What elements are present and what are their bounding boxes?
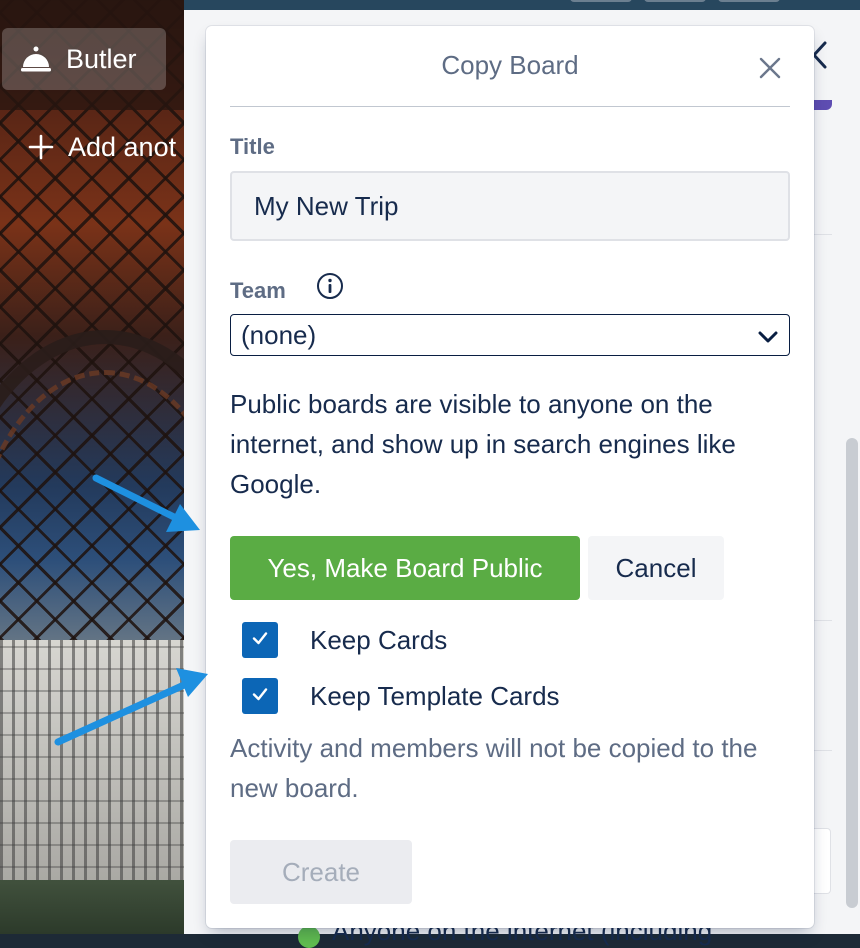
team-select[interactable]: (none) xyxy=(230,314,790,356)
cancel-button[interactable]: Cancel xyxy=(588,536,724,600)
background-building xyxy=(0,640,184,890)
plus-icon xyxy=(28,134,54,160)
keep-template-cards-checkbox[interactable] xyxy=(242,678,278,714)
chevron-down-icon xyxy=(757,324,779,355)
keep-cards-checkbox[interactable] xyxy=(242,622,278,658)
add-list-label: Add anot xyxy=(68,131,177,162)
menu-divider xyxy=(814,620,832,621)
team-label: Team xyxy=(230,278,286,303)
bell-icon xyxy=(20,44,52,74)
close-button[interactable] xyxy=(754,52,786,84)
team-select-value: (none) xyxy=(241,319,317,350)
butler-button[interactable]: Butler xyxy=(2,28,166,90)
check-icon xyxy=(249,683,271,710)
menu-scrollbar[interactable] xyxy=(846,438,858,908)
header-pill[interactable] xyxy=(718,0,780,2)
create-button[interactable]: Create xyxy=(230,840,412,904)
header-divider xyxy=(230,106,790,107)
activity-notice: Activity and members will not be copied … xyxy=(230,733,758,803)
check-circle-icon xyxy=(298,926,320,948)
info-icon[interactable] xyxy=(316,272,344,305)
dialog-title: Copy Board xyxy=(441,50,579,80)
keep-cards-label: Keep Cards xyxy=(310,624,448,655)
keep-template-cards-option[interactable]: Keep Template Cards xyxy=(242,678,560,714)
menu-divider xyxy=(814,234,832,235)
add-list-button[interactable]: Add anot xyxy=(10,116,184,178)
keep-cards-option[interactable]: Keep Cards xyxy=(242,622,447,658)
copy-board-dialog: Copy Board Title Team (none) Public boar… xyxy=(206,26,814,928)
menu-divider xyxy=(814,750,832,751)
background-ground xyxy=(0,880,184,934)
title-input[interactable] xyxy=(230,171,790,241)
butler-label: Butler xyxy=(66,43,137,74)
check-icon xyxy=(249,627,271,654)
header-pill[interactable] xyxy=(644,0,706,2)
title-label: Title xyxy=(230,134,275,159)
keep-template-cards-label: Keep Template Cards xyxy=(310,680,560,711)
public-board-notice: Public boards are visible to anyone on t… xyxy=(230,389,736,499)
make-board-public-button[interactable]: Yes, Make Board Public xyxy=(230,536,580,600)
close-icon xyxy=(754,57,786,88)
header-pill[interactable] xyxy=(570,0,632,2)
